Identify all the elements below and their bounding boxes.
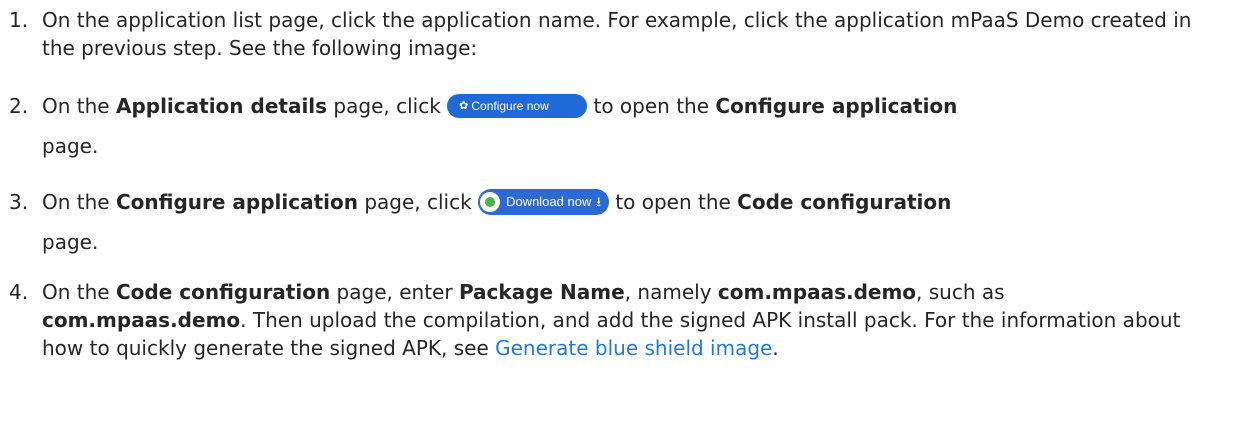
step-text-mid: page, enter (330, 280, 459, 304)
step-text-end: page. (42, 134, 99, 158)
download-now-button[interactable]: Download now ⭳ (478, 188, 609, 215)
configure-now-button[interactable]: ✿ Configure now (447, 93, 588, 118)
step-text-end: . (772, 336, 779, 360)
step-text-post: to open the (593, 94, 716, 118)
bold-term: Application details (115, 94, 328, 118)
steps-list: 1. On the application list page, click t… (0, 0, 1236, 362)
step-number: 3. (9, 190, 29, 214)
bold-term: Code configuration (115, 280, 331, 304)
step-3: 3. On the Configure application page, cl… (0, 182, 1212, 262)
bold-term: com.mpaas.demo (42, 308, 241, 332)
step-4: 4. On the Code configuration page, enter… (0, 278, 1212, 362)
step-number: 2. (9, 94, 29, 118)
bold-term: Configure application (715, 94, 958, 118)
bold-term: Code configuration (737, 190, 952, 214)
step-text-pre: On the (42, 190, 116, 214)
bold-term: Configure application (115, 190, 358, 214)
step-text-mid: page, click (327, 94, 448, 118)
step-text-pre: On the (42, 94, 116, 118)
step-text: On the application list page, click the … (42, 8, 1192, 60)
app-logo-icon (480, 191, 501, 212)
step-text-mid: , such as (916, 280, 1005, 304)
step-text-mid: page, click (357, 190, 479, 214)
download-now-label: Download now (506, 193, 592, 209)
download-arrow-icon: ⭳ (596, 193, 601, 209)
bold-term: Package Name (458, 280, 625, 304)
generate-blue-shield-image-link[interactable]: Generate blue shield image (495, 336, 772, 360)
step-text-pre: On the (42, 280, 116, 304)
step-text-mid: , namely (624, 280, 718, 304)
step-number: 1. (9, 8, 29, 32)
step-2: 2. On the Application details page, clic… (0, 86, 1212, 166)
step-text-post: to open the (615, 190, 738, 214)
step-1: 1. On the application list page, click t… (0, 6, 1212, 62)
step-number: 4. (9, 280, 29, 304)
bold-term: com.mpaas.demo (717, 280, 917, 304)
gear-icon: ✿ (459, 99, 469, 112)
step-text-end: page. (42, 230, 99, 254)
configure-now-label: Configure now (471, 98, 549, 113)
